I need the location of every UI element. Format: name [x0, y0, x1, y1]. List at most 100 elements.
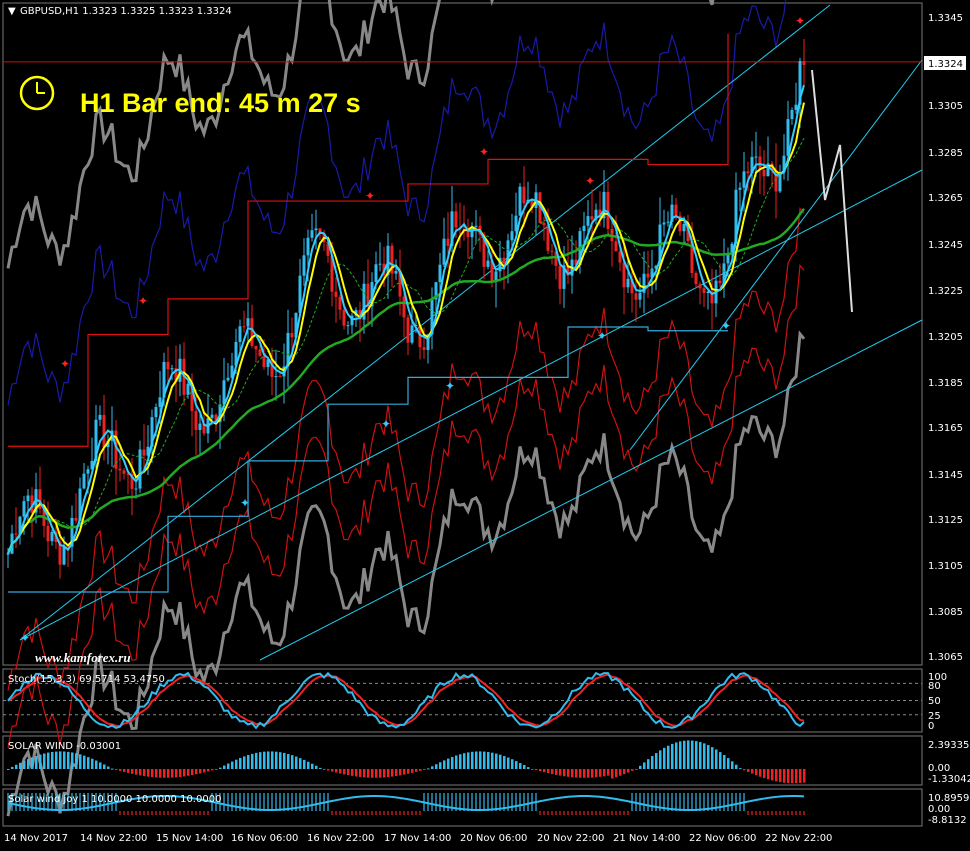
candle-body	[238, 326, 242, 342]
candle-body	[622, 262, 626, 288]
candle-body	[210, 414, 214, 419]
candle-body	[406, 317, 410, 343]
solar-wind-bar	[779, 769, 782, 783]
solar-wind-bar	[111, 768, 114, 770]
candle-body	[454, 211, 458, 228]
time-tick: 14 Nov 2017	[4, 833, 68, 844]
solar-wind-bar	[179, 769, 182, 777]
candle-body	[438, 264, 442, 283]
solar-wind-bar	[91, 758, 94, 769]
time-tick: 22 Nov 22:00	[765, 833, 832, 844]
stoch-label: Stoch(15,3,3) 69.5714 53.4750	[8, 674, 165, 685]
solar-wind-bar	[719, 752, 722, 769]
symbol-header: GBPUSD,H1 1.3323 1.3325 1.3323 1.3324	[20, 6, 232, 17]
candle-body	[258, 349, 262, 357]
candle-body	[718, 280, 722, 284]
candle-body	[378, 263, 382, 265]
solar-wind-bar	[523, 765, 526, 769]
solar-wind-bar	[575, 769, 578, 778]
candle-body	[422, 347, 426, 350]
solar-wind-bar	[767, 769, 770, 780]
collapse-arrow-icon[interactable]: ▼	[8, 6, 16, 17]
candle-body	[634, 293, 638, 300]
candle-body	[158, 397, 162, 408]
solar-wind-bar	[419, 769, 422, 771]
time-tick: 16 Nov 22:00	[307, 833, 374, 844]
solar-wind-bar	[527, 767, 530, 769]
bar-timer-label: H1 Bar end: 45 m 27 s	[80, 88, 361, 118]
solar-wind-bar	[403, 769, 406, 775]
solar-wind-bar	[631, 769, 634, 771]
candle-body	[14, 533, 18, 535]
solar-wind-bar	[115, 769, 118, 770]
candle-body	[314, 228, 318, 231]
sell-marker: ✦	[138, 294, 148, 308]
sell-marker: ✦	[585, 174, 595, 188]
solar-wind-bar	[399, 769, 402, 776]
solar-wind-bar	[167, 769, 170, 778]
stoch-tick: 80	[928, 681, 941, 692]
candle-body	[754, 156, 758, 158]
solar-wind-bar	[347, 769, 350, 776]
solar-wind-bar	[415, 769, 418, 772]
solar-wind-bar	[495, 753, 498, 769]
solar-wind-bar	[83, 755, 86, 769]
solar-wind-bar	[75, 753, 78, 769]
solar-wind-bar	[675, 742, 678, 769]
solar-wind-bar	[431, 766, 434, 769]
buy-marker: ✦	[597, 329, 607, 343]
solar-wind-bar	[67, 751, 70, 769]
solar-wind-bar	[531, 769, 534, 770]
solar-wind-bar	[687, 740, 690, 769]
solar-wind-bar	[323, 769, 326, 770]
solar-wind-bar	[291, 755, 294, 769]
solar-wind-bar	[455, 755, 458, 769]
solar-wind-bar	[355, 769, 358, 777]
buy-marker: ✦	[20, 631, 30, 645]
solar-wind-bar	[543, 769, 546, 773]
buy-marker: ✦	[445, 379, 455, 393]
solar-wind-bar	[343, 769, 346, 775]
solar-wind-bar	[107, 766, 110, 769]
solar-wind-bar	[187, 769, 190, 776]
candle-body	[794, 104, 798, 110]
solar-wind-bar	[63, 751, 66, 769]
solar-wind-bar	[303, 759, 306, 769]
time-tick: 20 Nov 06:00	[460, 833, 527, 844]
candle-body	[198, 423, 202, 430]
solar-wind-bar	[379, 769, 382, 778]
solar-wind-bar	[43, 753, 46, 769]
solar-wind-bar	[735, 764, 738, 769]
time-tick: 16 Nov 06:00	[231, 833, 298, 844]
solar-wind-bar	[151, 769, 154, 778]
solar-wind-bar	[555, 769, 558, 775]
solar-wind-bar	[591, 769, 594, 778]
solar-wind-bar	[243, 756, 246, 769]
candle-body	[186, 383, 190, 395]
candle-body	[646, 273, 650, 278]
stoch-tick: 0	[928, 721, 934, 732]
time-tick: 17 Nov 14:00	[384, 833, 451, 844]
sell-marker: ✦	[365, 189, 375, 203]
candle-body	[290, 332, 294, 338]
solar-wind-bar	[487, 752, 490, 769]
solar-wind-bar	[71, 752, 74, 769]
solar-wind-bar	[775, 769, 778, 782]
solar-wind-bar	[667, 745, 670, 769]
candle-body	[738, 187, 742, 190]
solar-wind-bar	[159, 769, 162, 778]
price-tick: 1.3345	[928, 13, 963, 24]
price-tick: 1.3185	[928, 378, 963, 389]
candle-body	[166, 361, 170, 370]
solar-wind-bar	[263, 751, 266, 769]
solar-wind-bar	[247, 755, 250, 769]
price-tick: 1.3305	[928, 101, 963, 112]
price-tick: 1.3245	[928, 240, 963, 251]
price-tick: 1.3225	[928, 286, 963, 297]
price-tick: 1.3265	[928, 193, 963, 204]
solar-wind-bar	[691, 740, 694, 769]
solar-wind-bar	[239, 757, 242, 769]
buy-marker: ✦	[381, 417, 391, 431]
solar-joy-tick: 0.00	[928, 804, 950, 815]
solar-wind-bar	[267, 751, 270, 769]
